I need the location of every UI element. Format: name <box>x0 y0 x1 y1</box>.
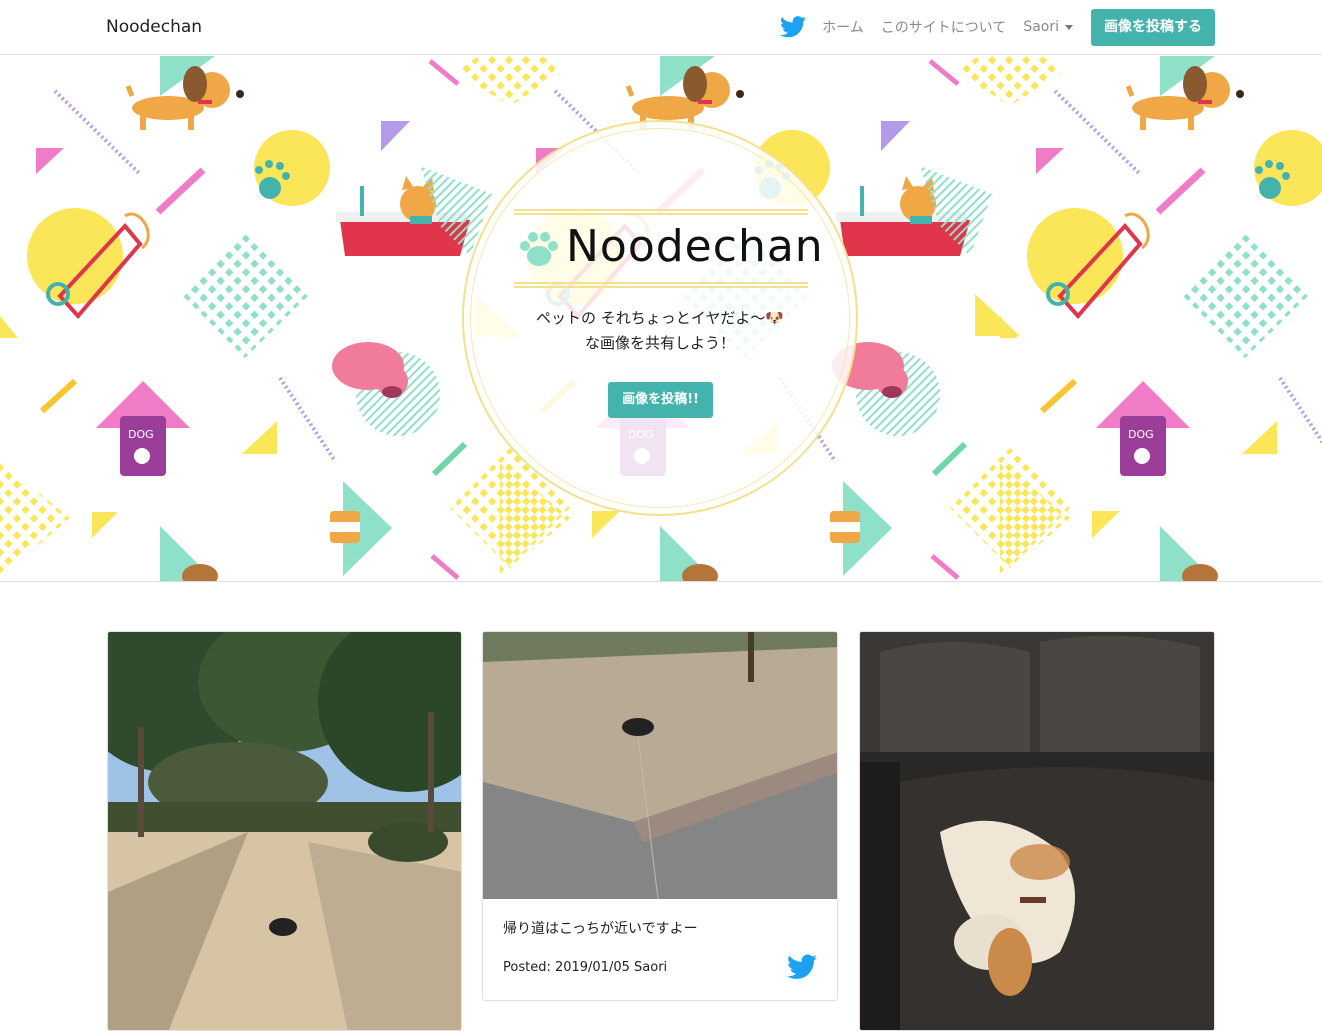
twitter-icon[interactable] <box>787 954 817 980</box>
user-dropdown[interactable]: Saori <box>1023 19 1073 35</box>
hero-post-button[interactable]: 画像を投稿!! <box>608 382 713 418</box>
park-path-dog-photo[interactable] <box>108 632 462 1031</box>
paw-icon <box>519 229 559 267</box>
nav-link-about[interactable]: このサイトについて <box>881 17 1007 37</box>
road-dog-photo[interactable] <box>483 632 838 899</box>
hero-title: Noodechan <box>566 221 824 272</box>
title-rule-top-2 <box>514 213 808 215</box>
post-card-1[interactable] <box>107 631 462 1031</box>
hero-subtitle-line2: な画像を共有しよう！ <box>584 334 735 352</box>
brand-logo[interactable]: Noodechan <box>106 17 202 37</box>
hero-banner: DOG <box>0 56 1322 582</box>
twitter-icon[interactable] <box>780 16 807 38</box>
post-card-3[interactable] <box>859 631 1215 1031</box>
title-rule-top <box>514 209 808 211</box>
hero-subtitle-line1: ペットの それちょっとイヤだよ〜🐶 <box>536 309 784 327</box>
title-rule-bottom-2 <box>514 286 808 288</box>
post-caption: 帰り道はこっちが近いですよー <box>503 921 698 937</box>
post-image-button[interactable]: 画像を投稿する <box>1091 8 1215 46</box>
post-card-2[interactable]: 帰り道はこっちが近いですよー Posted: 2019/01/05 Saori <box>482 631 838 1001</box>
beagle-sofa-photo[interactable] <box>860 632 1215 1031</box>
hero-title-block: Noodechan <box>514 209 823 288</box>
nav-link-home[interactable]: ホーム <box>822 17 864 37</box>
title-rule-bottom <box>514 282 808 284</box>
hero-subtitle: ペットの それちょっとイヤだよ〜🐶 な画像を共有しよう！ <box>480 306 840 356</box>
caret-down-icon <box>1065 24 1073 30</box>
navbar: Noodechan ホーム このサイトについて Saori 画像を投稿する <box>0 0 1322 55</box>
user-name: Saori <box>1023 19 1059 35</box>
nav-right: ホーム このサイトについて Saori 画像を投稿する <box>780 8 1215 46</box>
post-meta: Posted: 2019/01/05 Saori <box>503 960 668 975</box>
